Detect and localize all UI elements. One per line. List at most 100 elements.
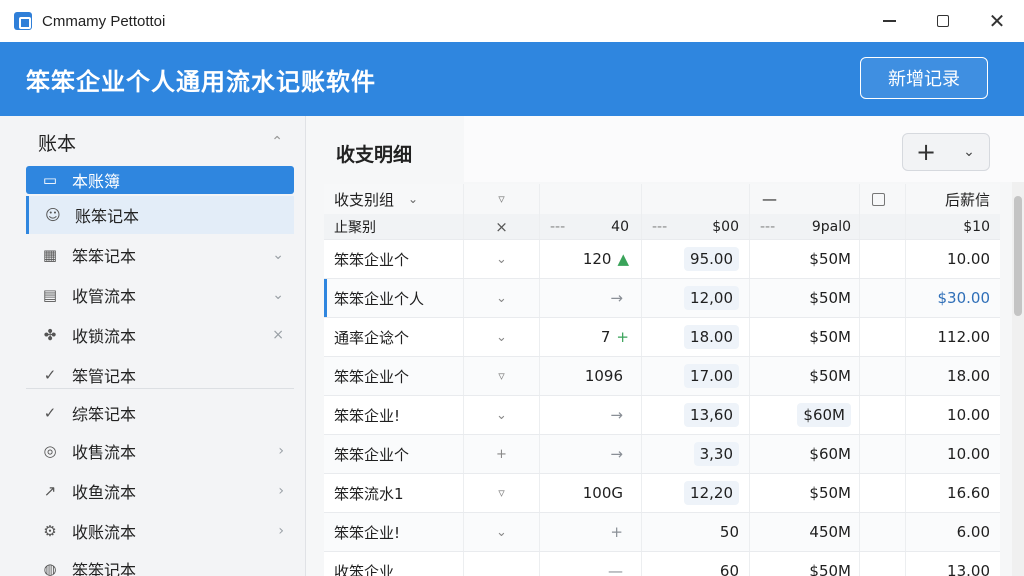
sidebar-item[interactable]: ⚙ 收账流本 › [26, 512, 294, 550]
table-row[interactable]: 笨笨企业个人 ⌄ → 12,00 $50M $30.00 [324, 279, 1000, 318]
table-row[interactable]: 笨笨企业个 ▿ 1096 17.00 $50M 18.00 [324, 357, 1000, 396]
subheader-value[interactable]: $10 [906, 214, 1000, 239]
table-row[interactable]: 收笨企业 — 60 $50M 13.00 [324, 552, 1000, 576]
maximize-button[interactable] [916, 0, 970, 42]
chevron-icon[interactable]: ⌄ [272, 287, 284, 303]
cell-amount[interactable]: + [540, 513, 642, 551]
cell-value-3[interactable]: 95.00 [642, 240, 750, 278]
row-expand-icon[interactable]: ▿ [464, 474, 540, 512]
cell-value-4[interactable]: $60M [750, 396, 860, 434]
cell-value-3[interactable]: 12,20 [642, 474, 750, 512]
column-header-category[interactable]: 收支别组 ⌄ [324, 184, 464, 214]
cell-description[interactable]: 通率企谂个 [324, 318, 464, 356]
cell-description[interactable]: 笨笨企业个 [324, 435, 464, 473]
chevron-icon[interactable]: ⌄ [272, 247, 284, 263]
sidebar-item[interactable]: ✓ 综笨记本 [26, 394, 294, 432]
table-row[interactable]: 通率企谂个 ⌄ 7 +18.00 $50M 112.00 [324, 318, 1000, 357]
sidebar-heading[interactable]: 账本 ⌃ [0, 116, 305, 168]
subheader-col3[interactable]: --- $00 [642, 214, 750, 239]
table-row[interactable]: 笨笨企业个 ⌄ 120 ▲ 95.00 $50M 10.00 [324, 240, 1000, 279]
cell-value-3[interactable]: 50 [642, 513, 750, 551]
cell-description[interactable]: 笨笨企业个 [324, 240, 464, 278]
cell-amount[interactable]: → [540, 396, 642, 434]
chevron-icon[interactable]: › [278, 523, 284, 539]
sidebar-item[interactable]: ↗ 收鱼流本 › [26, 472, 294, 510]
cell-value-4[interactable]: 450M [750, 513, 860, 551]
clear-filter-icon[interactable]: × [464, 214, 540, 239]
add-dropdown-button[interactable]: + ⌄ [902, 133, 990, 171]
table-row[interactable]: 笨笨企业个 + → 3,30 $60M 10.00 [324, 435, 1000, 474]
sidebar-item[interactable]: ◎ 收售流本 › [26, 432, 294, 470]
cell-description[interactable]: 笨笨企业! [324, 513, 464, 551]
close-button[interactable]: ✕ [970, 0, 1024, 42]
cell-value-3[interactable]: 3,30 [642, 435, 750, 473]
row-expand-icon[interactable]: ▿ [464, 357, 540, 395]
sidebar-item[interactable]: ◍ 笨笨记本 [26, 550, 294, 576]
new-record-button[interactable]: 新增记录 [860, 57, 988, 99]
cell-balance[interactable]: $30.00 [906, 279, 1000, 317]
cell-value-4[interactable]: $50M [750, 279, 860, 317]
select-all-checkbox[interactable] [872, 192, 885, 206]
cell-description[interactable]: 收笨企业 [324, 552, 464, 576]
minimize-button[interactable] [862, 0, 916, 42]
cell-amount[interactable]: 7 + [540, 318, 642, 356]
column-header-checkbox[interactable] [860, 184, 906, 214]
cell-value-4[interactable]: $50M [750, 357, 860, 395]
row-expand-icon[interactable]: ⌄ [464, 279, 540, 317]
sidebar-item[interactable]: ☺ 账笨记本 [26, 196, 294, 234]
row-expand-icon[interactable]: + [464, 435, 540, 473]
cell-amount[interactable]: 1096 [540, 357, 642, 395]
cell-amount[interactable]: 100G [540, 474, 642, 512]
row-expand-icon[interactable]: ⌄ [464, 240, 540, 278]
cell-value-4[interactable]: $60M [750, 435, 860, 473]
cell-balance[interactable]: 10.00 [906, 435, 1000, 473]
cell-balance[interactable]: 6.00 [906, 513, 1000, 551]
cell-balance[interactable]: 18.00 [906, 357, 1000, 395]
cell-value-3[interactable]: 60 [642, 552, 750, 576]
plus-icon[interactable]: + [903, 140, 949, 164]
chevron-icon[interactable]: › [278, 483, 284, 499]
cell-amount[interactable]: 120 ▲ [540, 240, 642, 278]
cell-balance[interactable]: 13.00 [906, 552, 1000, 576]
cell-value-3[interactable]: 13,60 [642, 396, 750, 434]
chevron-down-icon[interactable]: ⌄ [408, 192, 418, 206]
cell-balance[interactable]: 16.60 [906, 474, 1000, 512]
subheader-col4[interactable]: --- 9pal0 [750, 214, 860, 239]
table-row[interactable]: 笨笨企业! ⌄ → 13,60 $60M 10.00 [324, 396, 1000, 435]
sidebar-item[interactable]: ▭ 本账簿 [26, 166, 294, 194]
cell-description[interactable]: 笨笨企业个人 [324, 279, 464, 317]
cell-value-4[interactable]: $50M [750, 240, 860, 278]
row-expand-icon[interactable]: ⌄ [464, 318, 540, 356]
cell-value-3[interactable]: 12,00 [642, 279, 750, 317]
cell-value-3[interactable]: 18.00 [642, 318, 750, 356]
subheader-col2[interactable]: --- 40 [540, 214, 642, 239]
column-header-6[interactable]: 后薪信 [906, 184, 1000, 214]
table-row[interactable]: 笨笨流水1 ▿ 100G 12,20 $50M 16.60 [324, 474, 1000, 513]
cell-value-4[interactable]: $50M [750, 318, 860, 356]
cell-balance[interactable]: 112.00 [906, 318, 1000, 356]
chevron-down-icon[interactable]: ⌄ [949, 144, 989, 160]
row-expand-icon[interactable]: ⌄ [464, 513, 540, 551]
filter-icon[interactable]: ▿ [464, 184, 540, 214]
row-expand-icon[interactable] [464, 552, 540, 576]
cell-description[interactable]: 笨笨企业! [324, 396, 464, 434]
sidebar-item[interactable]: ▦ 笨笨记本 ⌄ [26, 236, 294, 274]
cell-amount[interactable]: → [540, 435, 642, 473]
cell-value-4[interactable]: $50M [750, 552, 860, 576]
row-expand-icon[interactable]: ⌄ [464, 396, 540, 434]
sidebar-item[interactable]: ✤ 收锁流本 × [26, 316, 294, 354]
chevron-icon[interactable]: › [278, 443, 284, 459]
cell-amount[interactable]: — [540, 552, 642, 576]
sidebar-item[interactable]: ▤ 收管流本 ⌄ [26, 276, 294, 314]
cell-value-4[interactable]: $50M [750, 474, 860, 512]
table-row[interactable]: 笨笨企业! ⌄ +50 450M 6.00 [324, 513, 1000, 552]
chevron-icon[interactable]: × [272, 327, 284, 343]
cell-balance[interactable]: 10.00 [906, 240, 1000, 278]
cell-description[interactable]: 笨笨流水1 [324, 474, 464, 512]
cell-balance[interactable]: 10.00 [906, 396, 1000, 434]
cell-value-3[interactable]: 17.00 [642, 357, 750, 395]
cell-amount[interactable]: → [540, 279, 642, 317]
scrollbar-thumb[interactable] [1014, 196, 1022, 316]
calendar-icon: ▦ [42, 246, 58, 264]
cell-description[interactable]: 笨笨企业个 [324, 357, 464, 395]
